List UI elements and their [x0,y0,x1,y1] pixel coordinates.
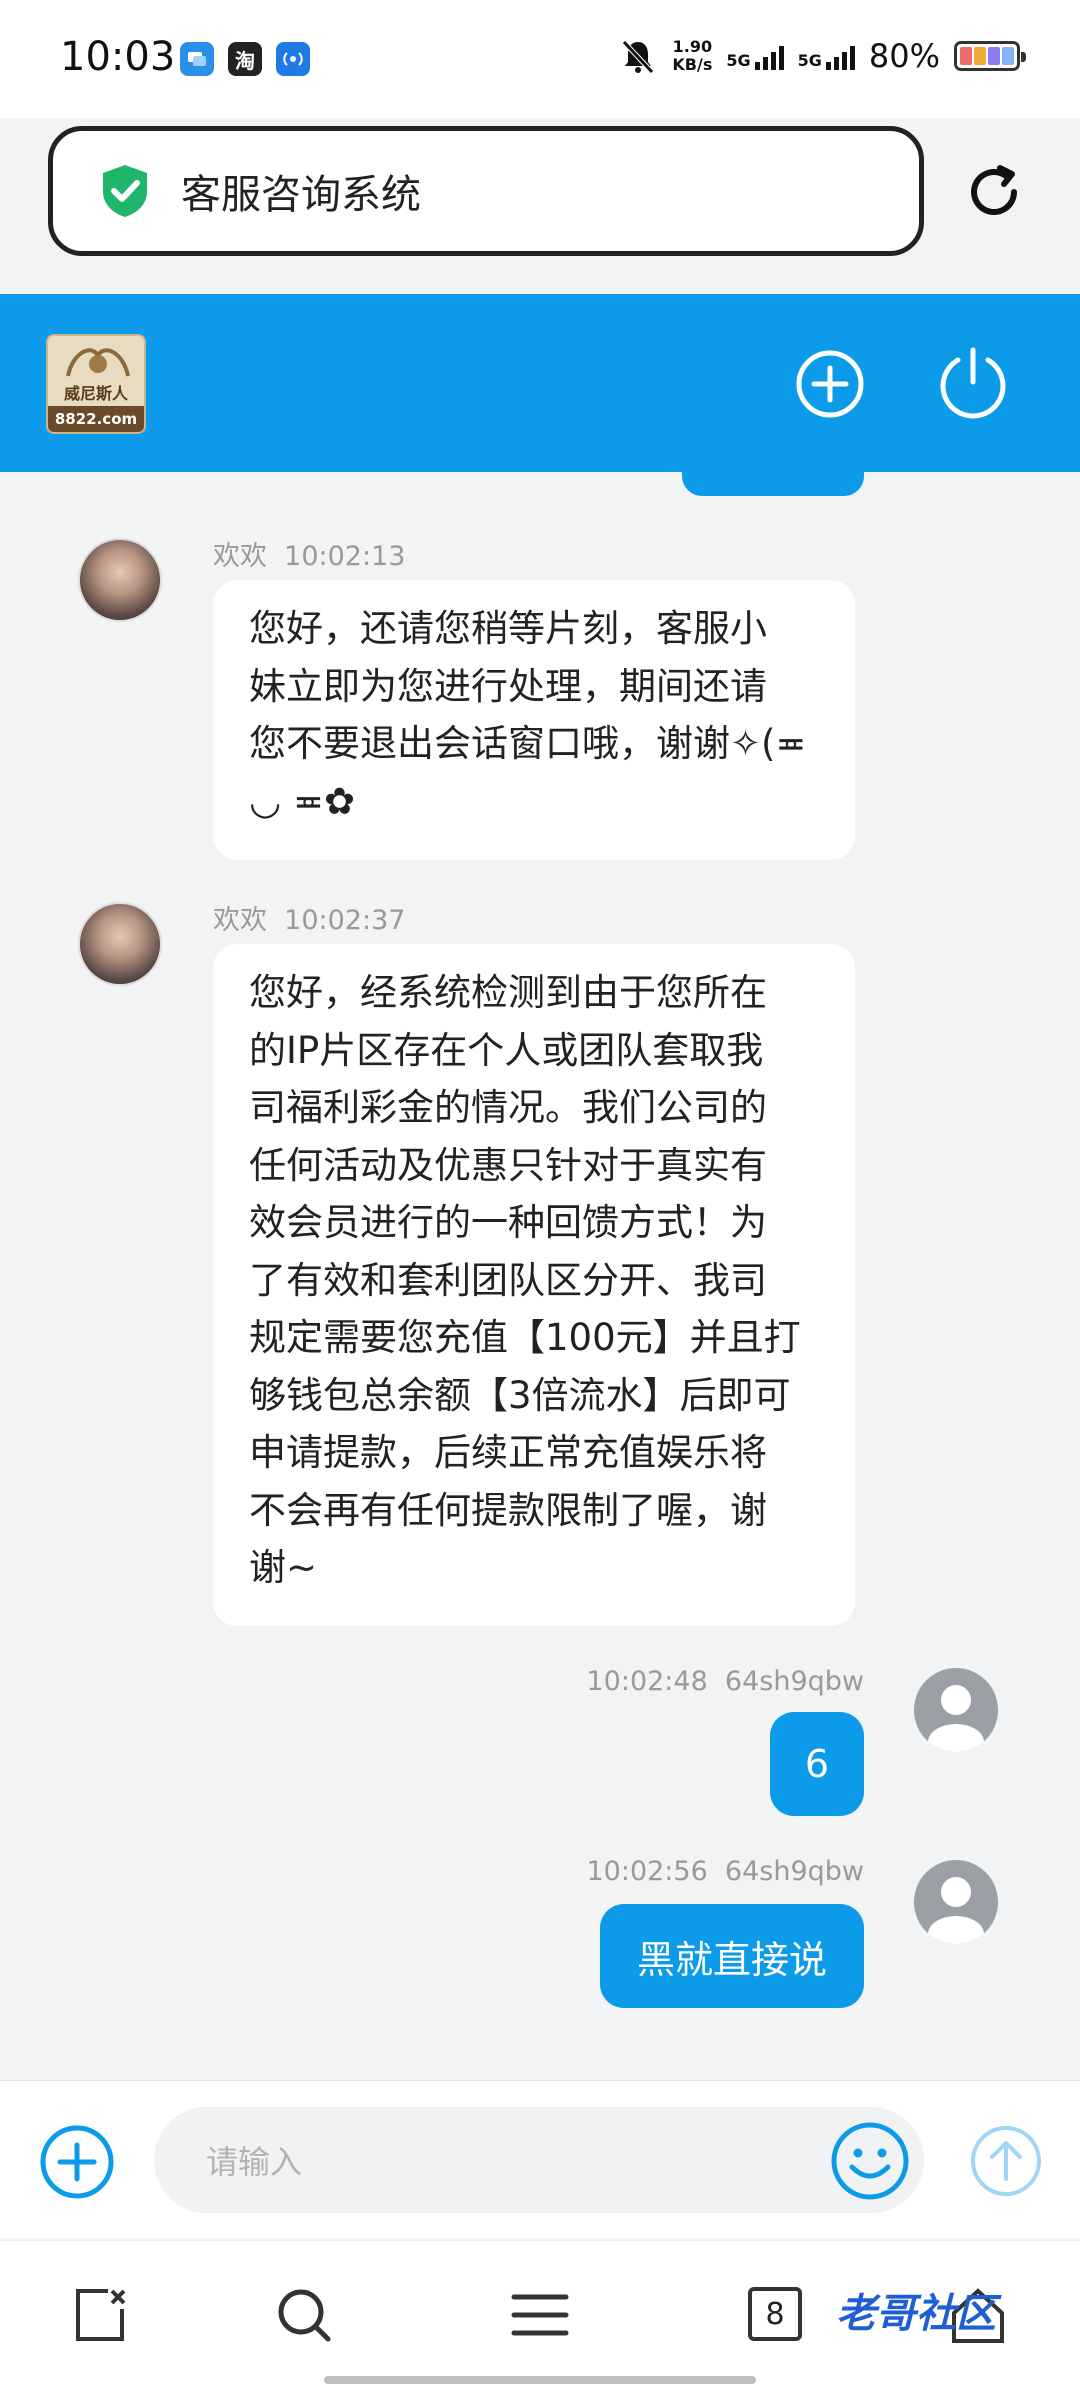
message-time: 10:02:13 [284,541,406,572]
chat-app-icon [180,42,214,76]
home-indicator[interactable] [324,2376,756,2384]
message-line: 谢~ [249,1546,318,1589]
menu-icon[interactable] [510,2285,570,2345]
battery-icon [954,41,1026,71]
sender-name: 64sh9qbw [724,1666,864,1697]
message-line: 了有效和套利团队区分开、我司 [249,1258,767,1302]
status-right: 1.90 KB/s 5G 5G 80% [618,36,1026,76]
net-speed-value: 1.90 [672,37,713,56]
attach-plus-icon[interactable] [38,2123,116,2201]
logo-domain: 8822.com [48,406,144,432]
hotspot-icon [276,42,310,76]
tab-count: 8 [765,2296,785,2332]
message-line: 任何活动及优惠只针对于真实有 [249,1143,767,1187]
message-bubble-user[interactable]: 黑就直接说 [600,1904,864,2008]
emoji-icon[interactable] [828,2119,912,2203]
sender-name: 欢欢 [213,905,267,936]
message-line: 您好，经系统检测到由于您所在 [249,971,767,1014]
input-placeholder: 请输入 [206,2143,303,2181]
message-bubble-agent[interactable]: 您好，还请您稍等片刻，客服小 妹立即为您进行处理，期间还请 您不要退出会话窗口哦… [213,580,855,860]
message-line: 规定需要您充值【100元】并且打 [249,1316,801,1359]
watermark-text: 老哥社区 [836,2291,996,2337]
default-user-icon [928,1877,984,1944]
chat-header: 威尼斯人 8822.com [0,294,1080,472]
close-page-icon[interactable] [72,2285,132,2345]
mute-bell-icon [622,40,655,74]
message-text: 6 [804,1742,830,1786]
user-avatar[interactable] [914,1668,998,1752]
default-user-icon [928,1685,984,1752]
shield-check-icon [103,165,147,217]
sender-name: 64sh9qbw [724,1856,864,1887]
notification-icons: 淘 [180,42,310,76]
message-line: ◡ ≖✿ [249,779,356,823]
reload-icon[interactable] [962,160,1026,224]
message-line: 妹立即为您进行处理，期间还请 [249,664,767,708]
power-icon[interactable] [934,344,1012,422]
agent-avatar[interactable] [78,538,162,622]
message-time: 10:02:56 [586,1856,708,1887]
message-line: 您不要退出会话窗口哦，谢谢✧(≖ [249,722,807,765]
signal-bars-icon [754,42,784,70]
signal-2-label: 5G [797,51,822,70]
page-title: 客服咨询系统 [181,172,421,218]
net-speed: 1.90 KB/s [672,38,712,74]
message-meta: 欢欢 10:02:13 [213,534,405,573]
message-text: 黑就直接说 [636,1937,827,1982]
taobao-icon: 淘 [228,42,262,76]
message-line: 您好，还请您稍等片刻，客服小 [249,607,767,650]
message-line: 够钱包总余额【3倍流水】后即可 [249,1373,791,1417]
watermark-logo: 老哥社区 [836,2281,996,2339]
address-bar[interactable]: 客服咨询系统 [48,126,924,256]
sender-name: 欢欢 [213,541,267,572]
signal-bars-icon [825,42,855,70]
tabs-button[interactable]: 8 [748,2287,802,2341]
message-line: 司福利彩金的情况。我们公司的 [249,1086,767,1129]
status-bar: 10:03 淘 1.90 KB/s 5G 5G 80% [0,0,1080,118]
taobao-glyph: 淘 [235,48,255,73]
message-input[interactable]: 请输入 [154,2107,924,2213]
browser-nav-bar: 8 老哥社区 [0,2240,1080,2388]
net-speed-unit: KB/s [672,55,713,74]
clock: 10:03 [60,34,176,80]
message-meta: 10:02:48 64sh9qbw [586,1666,864,1697]
previous-bubble-tail [682,470,864,496]
add-circle-icon[interactable] [794,348,866,420]
message-line: 不会再有任何提款限制了喔，谢 [249,1488,767,1532]
signal-2: 5G [798,42,855,70]
send-arrow-icon[interactable] [966,2121,1046,2201]
user-avatar[interactable] [914,1860,998,1944]
brand-logo: 威尼斯人 8822.com [46,334,146,434]
message-meta: 10:02:56 64sh9qbw [586,1856,864,1887]
signal-1-label: 5G [726,51,751,70]
search-icon[interactable] [274,2285,334,2345]
message-time: 10:02:37 [284,905,406,936]
message-line: 申请提款，后续正常充值娱乐将 [249,1431,767,1474]
message-meta: 欢欢 10:02:37 [213,898,405,937]
battery-percent: 80% [868,37,940,75]
signal-1: 5G [726,42,784,70]
message-line: 的IP片区存在个人或团队套取我 [249,1028,764,1072]
message-bubble-user[interactable]: 6 [770,1712,864,1816]
input-bar: 请输入 [0,2080,1080,2238]
logo-name: 威尼斯人 [63,384,128,403]
message-bubble-agent[interactable]: 您好，经系统检测到由于您所在 的IP片区存在个人或团队套取我 司福利彩金的情况。… [213,944,855,1626]
message-line: 效会员进行的一种回馈方式！为 [249,1201,767,1244]
agent-avatar[interactable] [78,902,162,986]
message-time: 10:02:48 [586,1666,708,1697]
